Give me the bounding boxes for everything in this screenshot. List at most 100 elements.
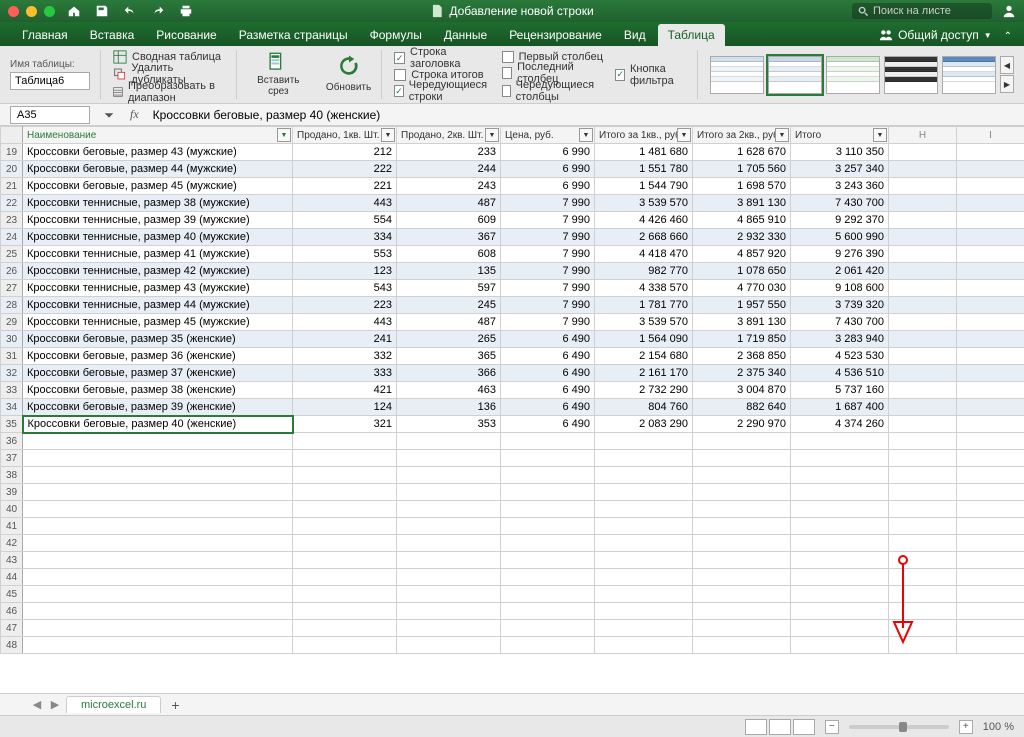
cell[interactable]: 332 (293, 348, 397, 365)
cell[interactable]: 321 (293, 416, 397, 433)
table-row[interactable]: 37 (1, 450, 1024, 467)
cell[interactable] (397, 586, 501, 603)
cell[interactable] (693, 552, 791, 569)
cell[interactable]: 1 957 550 (693, 297, 791, 314)
cell[interactable] (889, 297, 957, 314)
cell[interactable] (595, 450, 693, 467)
ribbon-tab[interactable]: Таблица (658, 24, 725, 46)
cell[interactable] (889, 433, 957, 450)
row-number[interactable]: 19 (1, 144, 23, 161)
table-row[interactable]: 41 (1, 518, 1024, 535)
cell[interactable] (397, 569, 501, 586)
cell[interactable] (889, 637, 957, 654)
table-row[interactable]: 40 (1, 501, 1024, 518)
cell[interactable]: 244 (397, 161, 501, 178)
cell[interactable] (693, 518, 791, 535)
row-number[interactable]: 22 (1, 195, 23, 212)
table-row[interactable]: 36 (1, 433, 1024, 450)
cell[interactable] (957, 144, 1024, 161)
gallery-prev-button[interactable]: ◀ (1000, 56, 1014, 74)
cell[interactable] (693, 484, 791, 501)
cell[interactable]: 7 990 (501, 212, 595, 229)
cell[interactable] (957, 212, 1024, 229)
cell[interactable] (957, 416, 1024, 433)
cell[interactable] (293, 501, 397, 518)
cell[interactable] (501, 450, 595, 467)
column-header[interactable]: Наименование▼ (23, 127, 293, 144)
cell[interactable] (501, 535, 595, 552)
cell[interactable] (957, 586, 1024, 603)
cell[interactable]: 487 (397, 195, 501, 212)
filter-dropdown-button[interactable]: ▼ (579, 128, 593, 142)
row-number[interactable]: 27 (1, 280, 23, 297)
cell[interactable] (957, 178, 1024, 195)
column-header[interactable]: Итого▼ (791, 127, 889, 144)
cell[interactable] (693, 501, 791, 518)
row-number[interactable]: 45 (1, 586, 23, 603)
cell[interactable] (23, 603, 293, 620)
table-row[interactable]: 27Кроссовки теннисные, размер 43 (мужски… (1, 280, 1024, 297)
collapse-ribbon-button[interactable]: ⌃ (1004, 31, 1012, 46)
cell[interactable] (293, 637, 397, 654)
cell[interactable]: 334 (293, 229, 397, 246)
cell[interactable]: 7 430 700 (791, 314, 889, 331)
home-icon[interactable] (67, 4, 81, 18)
cell[interactable] (791, 603, 889, 620)
cell[interactable] (595, 603, 693, 620)
cell[interactable] (889, 382, 957, 399)
cell[interactable] (957, 552, 1024, 569)
cell[interactable] (693, 620, 791, 637)
cell[interactable]: 982 770 (595, 263, 693, 280)
cell[interactable] (293, 620, 397, 637)
cell[interactable]: 553 (293, 246, 397, 263)
ribbon-tab[interactable]: Формулы (360, 24, 432, 46)
cell[interactable] (957, 637, 1024, 654)
table-row[interactable]: 31Кроссовки беговые, размер 36 (женские)… (1, 348, 1024, 365)
cell[interactable] (501, 484, 595, 501)
column-header[interactable]: Итого за 2кв., руб.▼ (693, 127, 791, 144)
cell[interactable] (595, 467, 693, 484)
cell[interactable] (23, 450, 293, 467)
close-window-button[interactable] (8, 6, 19, 17)
insert-slicer-button[interactable]: Вставить срез (249, 50, 308, 99)
row-number[interactable]: 48 (1, 637, 23, 654)
ribbon-tab[interactable]: Рисование (146, 24, 226, 46)
cell[interactable] (889, 280, 957, 297)
cell[interactable] (23, 484, 293, 501)
cell[interactable]: 223 (293, 297, 397, 314)
cell[interactable]: Кроссовки теннисные, размер 43 (мужские) (23, 280, 293, 297)
ribbon-tab[interactable]: Данные (434, 24, 497, 46)
table-row[interactable]: 22Кроссовки теннисные, размер 38 (мужски… (1, 195, 1024, 212)
cell[interactable] (23, 637, 293, 654)
cell[interactable] (293, 535, 397, 552)
cell[interactable] (595, 569, 693, 586)
cell[interactable] (23, 501, 293, 518)
cell[interactable] (889, 586, 957, 603)
cell[interactable] (595, 518, 693, 535)
cell[interactable] (957, 450, 1024, 467)
table-row[interactable]: 35Кроссовки беговые, размер 40 (женские)… (1, 416, 1024, 433)
table-row[interactable]: 43 (1, 552, 1024, 569)
banded-columns-checkbox[interactable] (502, 85, 511, 97)
cell[interactable] (595, 484, 693, 501)
row-number[interactable]: 44 (1, 569, 23, 586)
cell[interactable] (293, 603, 397, 620)
cell[interactable] (889, 467, 957, 484)
cell[interactable] (791, 467, 889, 484)
row-number[interactable]: 23 (1, 212, 23, 229)
cell[interactable]: 5 737 160 (791, 382, 889, 399)
cell[interactable] (397, 484, 501, 501)
cell[interactable]: 333 (293, 365, 397, 382)
cell[interactable]: 3 243 360 (791, 178, 889, 195)
cell[interactable] (957, 297, 1024, 314)
cell[interactable] (791, 484, 889, 501)
cell[interactable]: 4 418 470 (595, 246, 693, 263)
redo-icon[interactable] (151, 4, 165, 18)
cell[interactable]: 597 (397, 280, 501, 297)
banded-rows-checkbox[interactable]: ✓ (394, 85, 404, 97)
cell[interactable] (23, 620, 293, 637)
convert-to-range-button[interactable]: Преобразовать в диапазон (113, 84, 226, 100)
table-row[interactable]: 28Кроссовки теннисные, размер 44 (мужски… (1, 297, 1024, 314)
cell[interactable] (957, 535, 1024, 552)
row-number[interactable]: 42 (1, 535, 23, 552)
